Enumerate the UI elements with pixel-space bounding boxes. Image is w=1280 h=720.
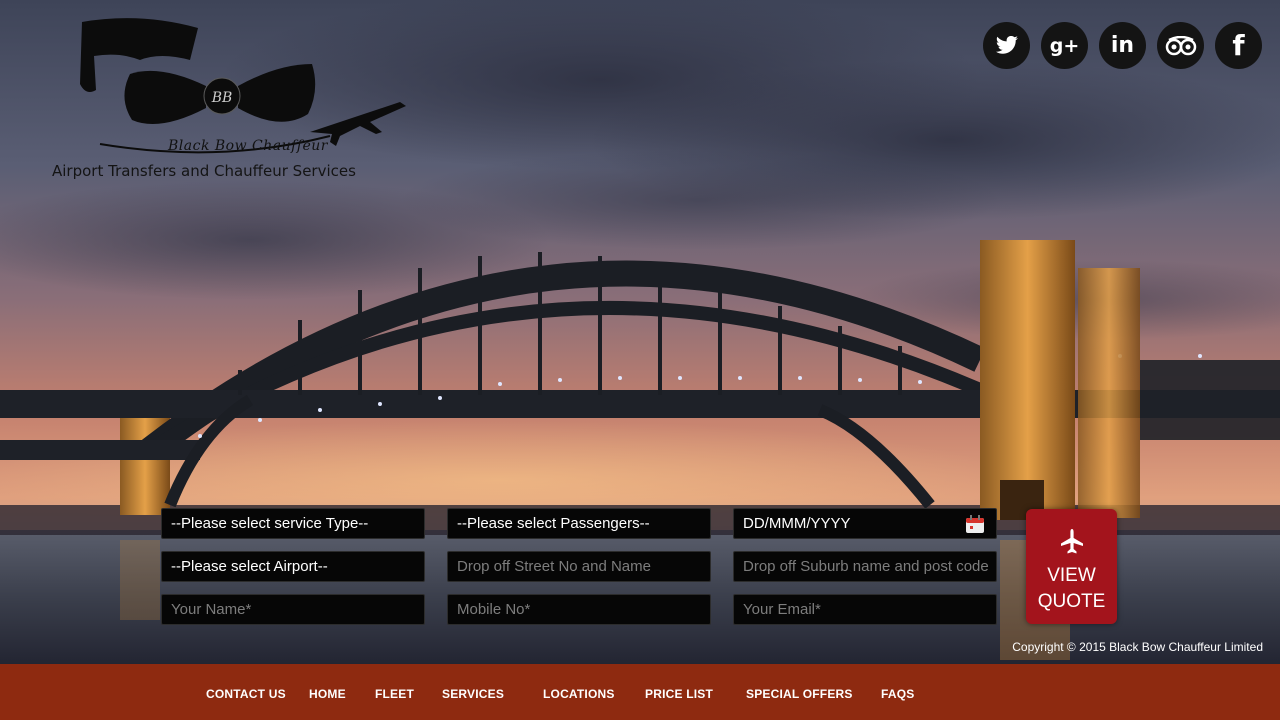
suburb-input[interactable]: Drop off Suburb name and post code xyxy=(733,551,997,582)
mobile-input[interactable]: Mobile No* xyxy=(447,594,711,625)
facebook-icon[interactable]: f xyxy=(1215,22,1262,69)
view-quote-line1: VIEW xyxy=(1047,565,1096,586)
view-quote-button[interactable]: VIEW QUOTE xyxy=(1026,509,1117,624)
view-quote-line2: QUOTE xyxy=(1037,591,1106,612)
date-input-value: DD/MMM/YYYY xyxy=(743,515,851,532)
airplane-icon xyxy=(1060,529,1083,554)
nav-fleet[interactable]: FLEET xyxy=(375,687,414,701)
email-input[interactable]: Your Email* xyxy=(733,594,997,625)
date-input[interactable]: DD/MMM/YYYY xyxy=(733,508,997,539)
street-input[interactable]: Drop off Street No and Name xyxy=(447,551,711,582)
tripadvisor-icon[interactable] xyxy=(1157,22,1204,69)
twitter-icon[interactable] xyxy=(983,22,1030,69)
nav-services[interactable]: SERVICES xyxy=(442,687,504,701)
linkedin-icon[interactable]: in xyxy=(1099,22,1146,69)
nav-home[interactable]: HOME xyxy=(309,687,346,701)
nav-special-offers[interactable]: SPECIAL OFFERS xyxy=(746,687,853,701)
social-links: g+ in f xyxy=(983,22,1262,69)
calendar-icon[interactable] xyxy=(965,515,985,534)
brand-tagline: Airport Transfers and Chauffeur Services xyxy=(52,162,356,180)
nav-faqs[interactable]: FAQS xyxy=(881,687,914,701)
copyright-text: Copyright © 2015 Black Bow Chauffeur Lim… xyxy=(1012,640,1263,654)
airport-select[interactable]: --Please select Airport-- xyxy=(161,551,425,582)
footer-nav: CONTACT US HOME FLEET SERVICES LOCATIONS… xyxy=(0,664,1280,720)
name-input[interactable]: Your Name* xyxy=(161,594,425,625)
brand-logo[interactable]: BB Black Bow Chauffeur Airport Transfers… xyxy=(40,14,420,184)
nav-price-list[interactable]: PRICE LIST xyxy=(645,687,713,701)
google-plus-icon[interactable]: g+ xyxy=(1041,22,1088,69)
nav-contact-us[interactable]: CONTACT US xyxy=(206,687,286,701)
nav-locations[interactable]: LOCATIONS xyxy=(543,687,615,701)
logo-monogram: BB xyxy=(211,90,233,106)
booking-form: --Please select service Type-- --Please … xyxy=(161,508,997,626)
brand-name: Black Bow Chauffeur xyxy=(168,138,328,154)
service-type-select[interactable]: --Please select service Type-- xyxy=(161,508,425,539)
passengers-select[interactable]: --Please select Passengers-- xyxy=(447,508,711,539)
